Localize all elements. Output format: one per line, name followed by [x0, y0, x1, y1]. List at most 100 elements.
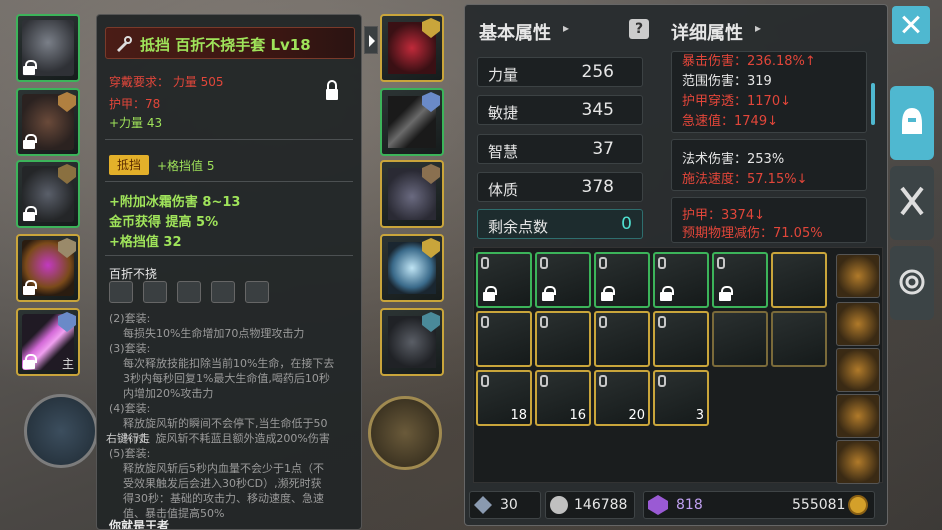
remaining-label: 剩余点数 — [488, 218, 549, 236]
remaining-points: 剩余点数 0 — [477, 209, 643, 239]
detailed-attributes-header: 详细属性 — [671, 23, 743, 44]
character-stats-panel: 基本属性 ▸ ? 详细属性 ▸ 力量 256 敏捷 345 智慧 37 体质 3… — [464, 4, 888, 526]
bag-slot[interactable] — [836, 440, 880, 484]
crossed-swords-icon — [900, 186, 924, 216]
attr-constitution: 体质 378 — [477, 172, 643, 202]
inventory-item[interactable] — [594, 252, 650, 308]
item-title: 抵挡 百折不挠手套 Lv18 — [140, 36, 311, 54]
inventory-item[interactable]: 20 — [594, 370, 650, 426]
divider — [105, 255, 353, 256]
set-name: 百折不挠 — [109, 267, 158, 281]
inventory-item[interactable]: 18 — [476, 370, 532, 426]
bag-slot[interactable] — [836, 302, 880, 346]
flavor-text: 你就是王者 — [109, 519, 170, 530]
affix-frost-damage: +附加冰霜伤害 8~13 — [109, 195, 241, 210]
bag-slot[interactable] — [836, 348, 880, 392]
main-hand-label: 主 — [61, 357, 74, 371]
inventory-item[interactable] — [712, 252, 768, 308]
currency-gems-gold: 818 555081 — [643, 491, 875, 519]
lock-icon — [659, 286, 674, 302]
attr-value: 378 — [581, 177, 614, 197]
attack-skill-button[interactable] — [24, 394, 98, 468]
inventory-item[interactable] — [476, 252, 532, 308]
lock-icon — [482, 286, 497, 302]
remaining-value: 0 — [621, 214, 632, 234]
detail-spell-damage: 法术伤害：253% — [682, 152, 785, 167]
attr-strength: 力量 256 — [477, 57, 643, 87]
padlock-icon[interactable] — [325, 79, 339, 101]
set-glove-icon — [211, 281, 235, 303]
inventory-item[interactable] — [476, 311, 532, 367]
equip-slot-boots[interactable] — [380, 160, 444, 228]
equip-slot-ring-left[interactable] — [16, 234, 80, 302]
divider — [105, 139, 353, 140]
block-stat: +格挡值 5 — [157, 159, 215, 173]
bag-slot[interactable] — [836, 254, 880, 298]
inventory-item[interactable]: 3 — [653, 370, 709, 426]
equip-slot-amulet[interactable] — [380, 14, 444, 82]
equip-slot-weapon[interactable]: 主 — [16, 308, 80, 376]
currency-silver: 146788 — [545, 491, 635, 519]
bag-slot[interactable] — [836, 394, 880, 438]
inventory-item[interactable] — [771, 311, 827, 367]
inventory-item[interactable] — [653, 311, 709, 367]
item-tooltip: 抵挡 百折不挠手套 Lv18 穿戴要求： 力量 505 护甲：78 +力量 43… — [96, 14, 362, 530]
detail-scrollbar[interactable] — [871, 83, 875, 125]
shard-icon — [474, 496, 492, 514]
help-icon[interactable]: ? — [629, 19, 649, 39]
attr-label: 智慧 — [488, 143, 519, 161]
equip-slot-helmet[interactable] — [16, 14, 80, 82]
auto-walk-label: 右键行走 — [106, 432, 150, 445]
inventory-item[interactable] — [653, 252, 709, 308]
item-quantity: 3 — [695, 408, 704, 423]
currency-shards: 30 — [469, 491, 541, 519]
inventory-item[interactable] — [535, 311, 591, 367]
expand-arrow-button[interactable] — [364, 26, 378, 54]
gem-icon — [648, 495, 668, 515]
tab-settings[interactable] — [890, 246, 934, 320]
lock-icon — [22, 134, 37, 150]
detail-phys-reduction: 预期物理减伤：71.05% — [682, 226, 823, 241]
gold-coin-icon — [848, 495, 868, 515]
divider — [105, 181, 353, 182]
detail-box-offense: 暴击伤害：236.18%↑ 范围伤害：319 护甲穿透：1170↓ 急速值：17… — [671, 51, 867, 133]
block-tag: 抵挡 — [109, 155, 149, 175]
inventory-item[interactable] — [535, 252, 591, 308]
close-button[interactable] — [892, 6, 930, 44]
affix-block-value: +格挡值 32 — [109, 235, 182, 250]
lock-icon — [22, 206, 37, 222]
inventory-item[interactable] — [771, 252, 827, 308]
gold-count: 555081 — [792, 497, 846, 513]
set-helmet-icon — [109, 281, 133, 303]
detail-armor: 护甲：3374↓ — [682, 208, 765, 223]
lock-icon — [600, 286, 615, 302]
inventory-item[interactable]: 16 — [535, 370, 591, 426]
helmet-icon — [902, 108, 922, 134]
inventory-item[interactable] — [712, 311, 768, 367]
item-quantity: 16 — [569, 408, 586, 423]
equip-slot-shoulder[interactable] — [16, 160, 80, 228]
tab-equipment[interactable] — [890, 86, 934, 160]
shard-count: 30 — [500, 497, 518, 513]
detail-box-magic: 法术伤害：253% 施法速度：57.15%↓ — [671, 139, 867, 191]
attr-agility: 敏捷 345 — [477, 95, 643, 125]
detail-cast-speed: 施法速度：57.15%↓ — [682, 172, 808, 187]
wear-requirement: 穿戴要求： 力量 505 — [109, 75, 224, 89]
attr-label: 力量 — [488, 66, 519, 84]
set-shoulder-icon — [143, 281, 167, 303]
lock-icon — [22, 280, 37, 296]
special-skill-button[interactable] — [368, 396, 442, 470]
inventory-item[interactable] — [594, 311, 650, 367]
affix-gold-find: 金币获得 提高 5% — [109, 215, 219, 230]
set-pieces — [109, 281, 269, 303]
equip-slot-ring-right[interactable] — [380, 234, 444, 302]
equip-slot-pants[interactable] — [380, 308, 444, 376]
equip-slot-chest[interactable] — [16, 88, 80, 156]
glove-item-icon — [117, 36, 132, 52]
silver-count: 146788 — [574, 497, 628, 513]
lock-icon — [22, 354, 37, 370]
tab-skills[interactable] — [890, 166, 934, 240]
gem-count: 818 — [676, 497, 703, 513]
equip-slot-gloves[interactable] — [380, 88, 444, 156]
attr-label: 体质 — [488, 181, 519, 199]
